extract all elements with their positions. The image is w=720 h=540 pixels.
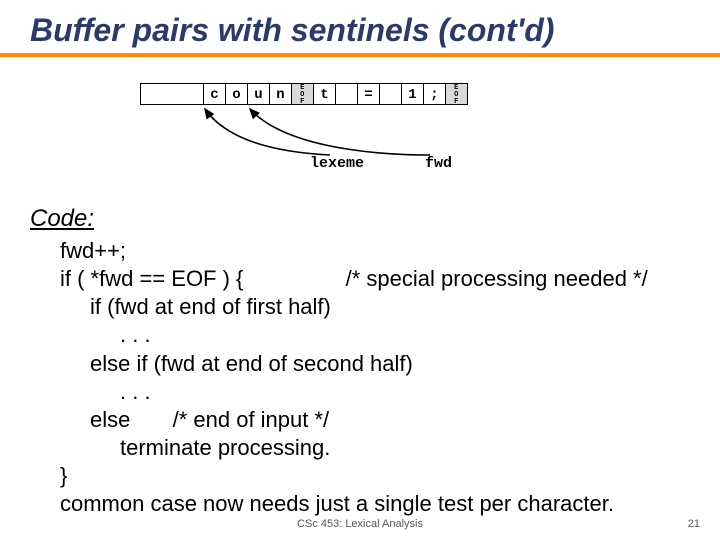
- code-line: if (fwd at end of first half): [90, 293, 690, 321]
- slide-title: Buffer pairs with sentinels (cont'd): [30, 12, 690, 49]
- pointer-arrows: [30, 75, 690, 205]
- code-line: }: [60, 462, 690, 490]
- code-heading: Code:: [30, 205, 690, 233]
- code-line: if ( *fwd == EOF ) { /* special processi…: [60, 265, 690, 293]
- code-line: else /* end of input */: [90, 406, 690, 434]
- slide: Buffer pairs with sentinels (cont'd) c o…: [0, 0, 720, 540]
- code-line: . . .: [120, 378, 690, 406]
- code-line: fwd++;: [60, 237, 690, 265]
- code-block: fwd++; if ( *fwd == EOF ) { /* special p…: [60, 237, 690, 519]
- code-line: . . .: [120, 321, 690, 349]
- lexeme-label: lexeme: [310, 155, 364, 172]
- footer-text: CSc 453: Lexical Analysis: [0, 518, 720, 530]
- code-line: else if (fwd at end of second half): [90, 350, 690, 378]
- title-underline: [0, 53, 720, 57]
- page-number: 21: [688, 518, 700, 530]
- code-line: terminate processing.: [120, 434, 690, 462]
- code-line: common case now needs just a single test…: [60, 490, 690, 518]
- fwd-label: fwd: [425, 155, 452, 172]
- buffer-diagram: c o u n EOF t = 1 ; EOF lexeme: [30, 75, 690, 205]
